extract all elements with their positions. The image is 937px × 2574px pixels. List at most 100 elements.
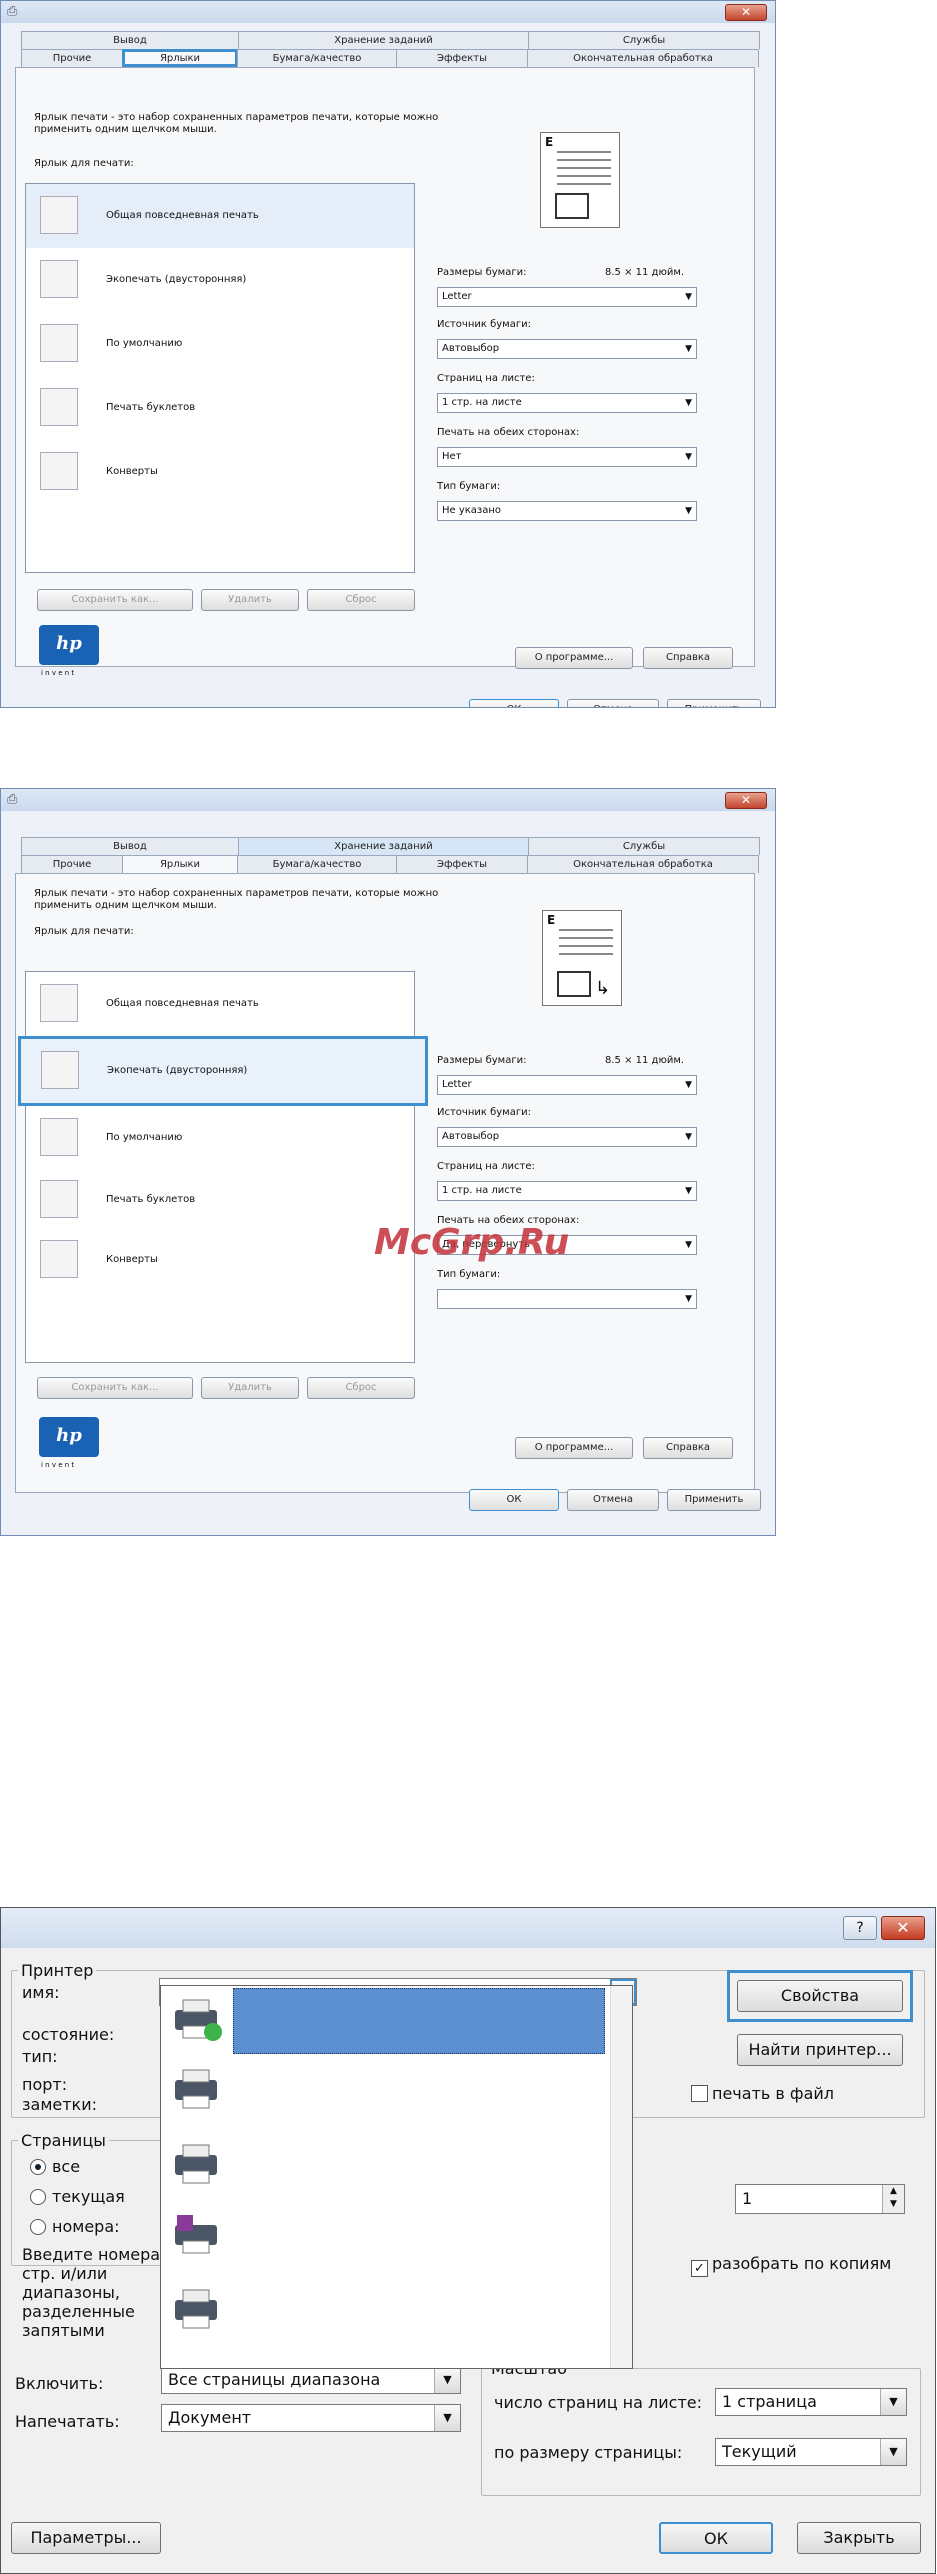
tab-output[interactable]: Вывод	[21, 837, 239, 855]
shortcut-list[interactable]: Общая повседневная печать Экопечать (дву…	[25, 183, 415, 573]
fax-printer-icon[interactable]	[171, 2211, 223, 2257]
apply-button[interactable]: Применить	[667, 699, 761, 707]
list-item-eco[interactable]: Экопечать (двусторонняя)	[26, 248, 414, 312]
apply-button[interactable]: Применить	[667, 1489, 761, 1511]
help-button[interactable]: Справка	[643, 1437, 733, 1459]
scrollbar[interactable]	[610, 1986, 632, 2368]
paper-type-select[interactable]: Не указано ▼	[437, 501, 697, 521]
envelope-icon	[40, 1240, 78, 1278]
page-preview: E	[540, 132, 620, 228]
list-item-booklet[interactable]: Печать буклетов	[26, 376, 414, 440]
pages-per-sheet-select[interactable]: 1 стр. на листе ▼	[437, 393, 697, 413]
fit-combo[interactable]: Текущий ▼	[715, 2438, 907, 2466]
page-preview-duplex: E ↳	[542, 910, 622, 1006]
print-what-combo[interactable]: Документ ▼	[161, 2404, 461, 2432]
tab-paper-quality[interactable]: Бумага/качество	[237, 855, 397, 873]
ok-button[interactable]: ОК	[469, 1489, 559, 1511]
tab-paper-quality[interactable]: Бумага/качество	[237, 49, 397, 67]
reset-button[interactable]: Сброс	[307, 1377, 415, 1399]
hp-logo: hp	[39, 625, 99, 665]
type-label: тип:	[22, 2047, 58, 2066]
properties-button[interactable]: Свойства	[737, 1980, 903, 2012]
list-item-envelopes[interactable]: Конверты	[26, 440, 414, 504]
port-label: порт:	[22, 2075, 68, 2094]
tab-output[interactable]: Вывод	[21, 31, 239, 49]
tab-finishing[interactable]: Окончательная обработка	[527, 855, 759, 873]
printer-option-selected[interactable]	[233, 1988, 605, 2054]
paper-size-select[interactable]: Letter ▼	[437, 287, 697, 307]
paper-type-select[interactable]: ▼	[437, 1289, 697, 1309]
printer-icon[interactable]	[171, 2066, 223, 2112]
list-label: Ярлык для печати:	[34, 158, 134, 169]
collate-checkbox[interactable]: ✓ разобрать по копиям	[691, 2254, 891, 2277]
list-item-everyday[interactable]: Общая повседневная печать	[26, 184, 414, 248]
include-combo[interactable]: Все страницы диапазона ▼	[161, 2366, 461, 2394]
about-button[interactable]: О программе...	[515, 647, 633, 669]
ok-button[interactable]: ОК	[469, 699, 559, 707]
close-button[interactable]: ✕	[725, 4, 767, 21]
tab-effects[interactable]: Эффекты	[396, 49, 528, 67]
cancel-button[interactable]: Отмена	[567, 1489, 659, 1511]
delete-button[interactable]: Удалить	[201, 589, 299, 611]
default-printer-icon[interactable]	[171, 1996, 223, 2042]
list-item-envelopes[interactable]: Конверты	[26, 1228, 414, 1292]
tab-services[interactable]: Службы	[528, 31, 760, 49]
printer-legend: Принтер	[18, 1961, 97, 1980]
all-radio[interactable]: все	[30, 2157, 80, 2176]
printer-icon[interactable]	[171, 2286, 223, 2332]
ok-button[interactable]: ОК	[659, 2522, 773, 2554]
fit-label: по размеру страницы:	[494, 2443, 683, 2462]
pages-per-sheet-label: Страниц на листе:	[437, 1161, 535, 1172]
tab-services[interactable]: Службы	[528, 837, 760, 855]
help-button[interactable]: ?	[843, 1916, 877, 1940]
paper-size-select[interactable]: Letter ▼	[437, 1075, 697, 1095]
help-button[interactable]: Справка	[643, 647, 733, 669]
list-item-default[interactable]: По умолчанию	[26, 312, 414, 376]
pps-combo[interactable]: 1 страница ▼	[715, 2388, 907, 2416]
save-as-button[interactable]: Сохранить как...	[37, 1377, 193, 1399]
duplex-select[interactable]: Нет ▼	[437, 447, 697, 467]
duplex-label: Печать на обеих сторонах:	[437, 427, 580, 438]
delete-button[interactable]: Удалить	[201, 1377, 299, 1399]
status-label: состояние:	[22, 2025, 115, 2044]
tab-finishing[interactable]: Окончательная обработка	[527, 49, 759, 67]
print-to-file-checkbox[interactable]: печать в файл	[691, 2084, 834, 2103]
copies-spinner[interactable]: 1 ▲ ▼	[735, 2184, 905, 2214]
shortcut-list[interactable]: Общая повседневная печать Экопечать (дву…	[18, 971, 428, 1363]
printer-icon[interactable]	[171, 2141, 223, 2187]
include-label: Включить:	[15, 2374, 104, 2393]
printer-properties-window-1: ⎙ ✕ Вывод Хранение заданий Службы Прочие…	[0, 0, 776, 708]
envelope-icon	[40, 452, 78, 490]
paper-source-select[interactable]: Автовыбор ▼	[437, 339, 697, 359]
about-button[interactable]: О программе...	[515, 1437, 633, 1459]
tab-job-storage[interactable]: Хранение заданий	[238, 31, 529, 49]
tab-job-storage[interactable]: Хранение заданий	[238, 837, 529, 855]
options-button[interactable]: Параметры...	[11, 2522, 161, 2554]
find-printer-button[interactable]: Найти принтер...	[737, 2034, 903, 2066]
list-item-booklet[interactable]: Печать буклетов	[26, 1168, 414, 1232]
tab-effects[interactable]: Эффекты	[396, 855, 528, 873]
printer-icon: ⎙	[7, 792, 18, 807]
paper-source-select[interactable]: Автовыбор ▼	[437, 1127, 697, 1147]
current-radio[interactable]: текущая	[30, 2187, 125, 2206]
hp-logo-tagline: i n v e n t	[41, 1461, 75, 1469]
pages-per-sheet-select[interactable]: 1 стр. на листе ▼	[437, 1181, 697, 1201]
list-item-default[interactable]: По умолчанию	[26, 1106, 414, 1170]
cancel-button[interactable]: Отмена	[567, 699, 659, 707]
list-item-everyday[interactable]: Общая повседневная печать	[26, 972, 414, 1036]
save-as-button[interactable]: Сохранить как...	[37, 589, 193, 611]
booklet-icon	[40, 388, 78, 426]
tab-shortcuts[interactable]: Ярлыки	[122, 49, 238, 67]
close-button[interactable]: ✕	[725, 792, 767, 809]
tab-other[interactable]: Прочие	[21, 49, 123, 67]
close-x-button[interactable]: ✕	[881, 1916, 925, 1940]
printer-dropdown-list[interactable]	[160, 1985, 633, 2369]
numbers-radio[interactable]: номера:	[30, 2217, 120, 2236]
pps-label: число страниц на листе:	[494, 2393, 702, 2412]
title-bar: ⎙ ✕	[1, 789, 775, 811]
list-item-eco[interactable]: Экопечать (двусторонняя)	[18, 1036, 428, 1106]
close-button[interactable]: Закрыть	[797, 2522, 921, 2554]
reset-button[interactable]: Сброс	[307, 589, 415, 611]
tab-shortcuts[interactable]: Ярлыки	[122, 855, 238, 873]
tab-other[interactable]: Прочие	[21, 855, 123, 873]
